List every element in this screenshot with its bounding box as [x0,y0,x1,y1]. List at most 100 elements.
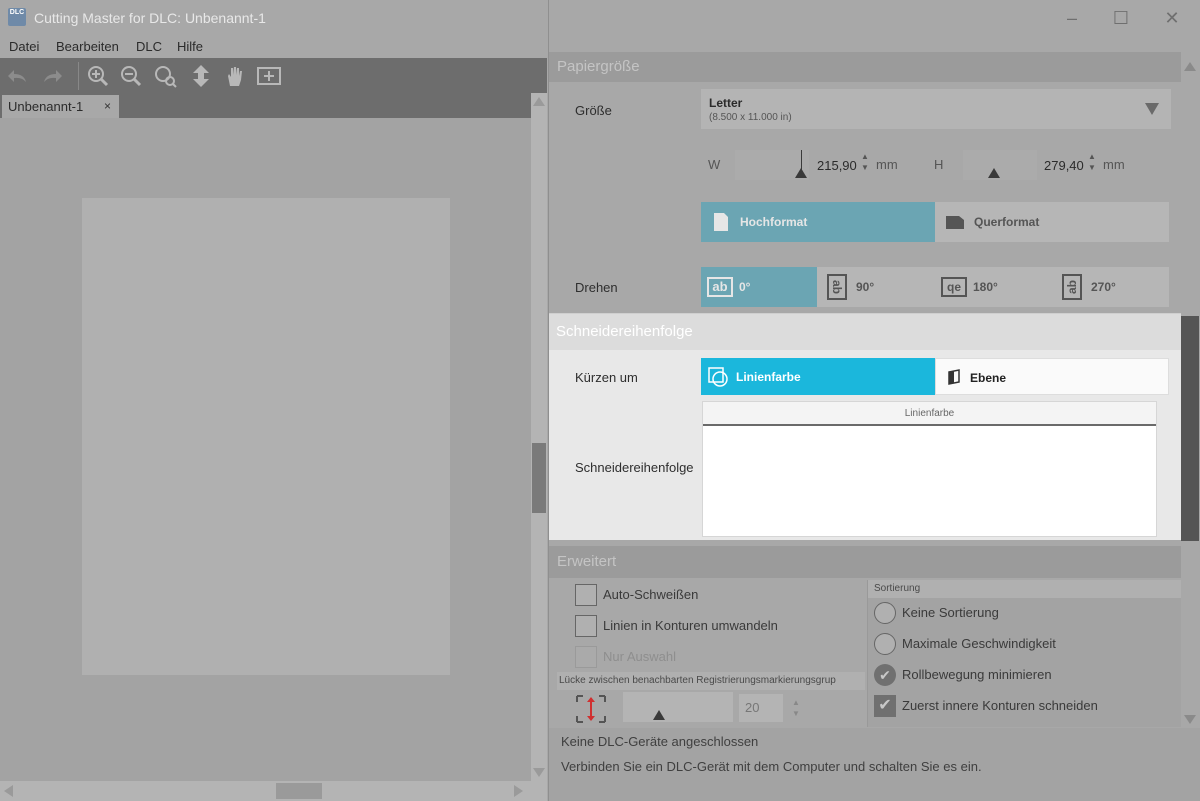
radio-label: Maximale Geschwindigkeit [902,636,1056,651]
canvas-vertical-scrollbar[interactable] [531,93,547,781]
menu-datei[interactable]: Datei [9,39,39,54]
tab-label: Unbenannt-1 [8,99,84,114]
settings-vertical-scrollbar[interactable] [1181,58,1199,728]
width-slider[interactable] [735,150,809,180]
radio-button[interactable] [874,633,896,655]
scroll-down-icon[interactable] [1184,715,1196,724]
rotate-270-button[interactable]: ab 270° [1052,267,1169,307]
rotate-90-icon: ab [827,274,847,300]
rotate-0-label: 0° [739,280,751,294]
section-schneidereihenfolge: Schneidereihenfolge Kürzen um Linienfarb… [549,313,1181,540]
minimize-icon[interactable]: – [1060,6,1084,30]
scroll-thumb[interactable] [1181,316,1199,541]
rotate-label: Drehen [575,280,618,295]
close-icon[interactable]: × [104,99,111,113]
menu-dlc[interactable]: DLC [136,39,162,54]
canvas[interactable] [0,118,531,781]
toolbar [0,58,547,93]
rotate-180-button[interactable]: qe 180° [934,267,1052,307]
line-color-icon [708,367,728,387]
redo-icon[interactable] [40,64,66,88]
close-icon[interactable]: ✕ [1160,6,1184,30]
scroll-thumb[interactable] [276,783,322,799]
undo-icon[interactable] [4,64,30,88]
title-bar: DLC Cutting Master for DLC: Unbenannt-1 [0,0,547,35]
slider-handle[interactable] [988,168,1000,178]
gap-slider[interactable] [623,692,733,722]
slider-handle[interactable] [653,710,665,720]
checkbox-box[interactable] [575,584,597,606]
fit-icon[interactable] [256,64,282,88]
width-unit: mm [876,157,898,172]
ebene-button[interactable]: Ebene [935,358,1169,395]
sort-group-label: Sortierung [868,580,1181,598]
zoom-in-icon[interactable] [85,64,111,88]
rotate-90-label: 90° [856,280,875,294]
scroll-down-icon[interactable] [533,768,545,777]
window-title: Cutting Master for DLC: Unbenannt-1 [34,10,266,26]
height-value[interactable]: 279,40 [1044,158,1084,173]
width-value[interactable]: 215,90 [817,158,857,173]
rotate-90-button[interactable]: ab 90° [817,267,934,307]
scroll-right-icon[interactable] [514,785,523,797]
check-icon[interactable]: ✔ [874,664,896,686]
width-label: W [708,157,721,172]
rotate-0-button[interactable]: ab 0° [701,267,817,307]
toolbar-separator [78,62,79,90]
tab-unbenannt-1[interactable]: Unbenannt-1 × [2,95,119,118]
height-slider[interactable] [963,150,1037,180]
section-erweitert-header[interactable]: Erweitert [549,546,1181,578]
checkbox-label: Nur Auswahl [603,649,676,664]
radio-button[interactable] [874,602,896,624]
chevron-down-icon [1145,103,1159,115]
width-stepper[interactable]: ▲ ▼ [860,151,870,175]
checkbox-label: Linien in Konturen umwandeln [603,618,778,633]
device-status-bar: Keine DLC-Geräte angeschlossen Verbinden… [549,728,1200,801]
section-papiergroesse-header[interactable]: Papiergröße [549,52,1181,82]
status-instruction: Verbinden Sie ein DLC-Gerät mit dem Comp… [561,759,982,774]
slider-handle[interactable] [795,168,807,178]
linienfarbe-button[interactable]: Linienfarbe [701,358,935,395]
scroll-left-icon[interactable] [4,785,13,797]
layer-icon [948,369,960,385]
check-icon[interactable]: ✔ [874,695,896,717]
pan-move-icon[interactable] [188,64,214,88]
height-stepper[interactable]: ▲ ▼ [1087,151,1097,175]
maximize-icon[interactable]: ☐ [1109,6,1133,30]
checkbox-label: Zuerst innere Konturen schneiden [902,698,1098,713]
rotate-0-icon: ab [707,277,733,297]
cut-order-list[interactable]: Linienfarbe [702,401,1157,537]
scroll-up-icon[interactable] [1184,62,1196,71]
paper-size-select[interactable]: Letter (8.500 x 11.000 in) [701,89,1171,129]
zoom-page-icon[interactable] [153,64,179,88]
menu-hilfe[interactable]: Hilfe [177,39,203,54]
checkbox-box[interactable] [575,615,597,637]
main-window: DLC Cutting Master for DLC: Unbenannt-1 … [0,0,547,801]
paper-sheet [82,198,450,675]
status-no-devices: Keine DLC-Geräte angeschlossen [561,734,759,749]
zoom-out-icon[interactable] [118,64,144,88]
gap-stepper[interactable]: ▲ ▼ [791,697,801,721]
menu-bearbeiten[interactable]: Bearbeiten [56,39,119,54]
hochformat-button[interactable]: Hochformat [701,202,935,242]
gap-label: Lücke zwischen benachbarten Registrierun… [557,672,865,690]
rotate-270-icon: ab [1062,274,1082,300]
scroll-up-icon[interactable] [533,97,545,106]
list-column-header[interactable]: Linienfarbe [703,402,1156,426]
portrait-page-icon [714,213,728,231]
gap-spacing-icon [576,695,606,723]
ebene-label: Ebene [970,371,1007,385]
querformat-button[interactable]: Querformat [935,202,1169,242]
checkbox-label: Auto-Schweißen [603,587,699,602]
rotate-180-label: 180° [973,280,998,294]
sort-group: Sortierung Keine Sortierung Maximale Ges… [867,580,1181,727]
height-unit: mm [1103,157,1125,172]
querformat-label: Querformat [974,215,1040,229]
paper-size-dimensions: (8.500 x 11.000 in) [709,112,792,123]
hand-icon[interactable] [222,64,248,88]
canvas-horizontal-scrollbar[interactable] [0,781,547,801]
paper-size-value: Letter [709,96,743,110]
scroll-thumb[interactable] [532,443,546,513]
section-schneidereihenfolge-header[interactable]: Schneidereihenfolge [549,314,1181,350]
gap-value-input[interactable]: 20 [739,694,783,722]
